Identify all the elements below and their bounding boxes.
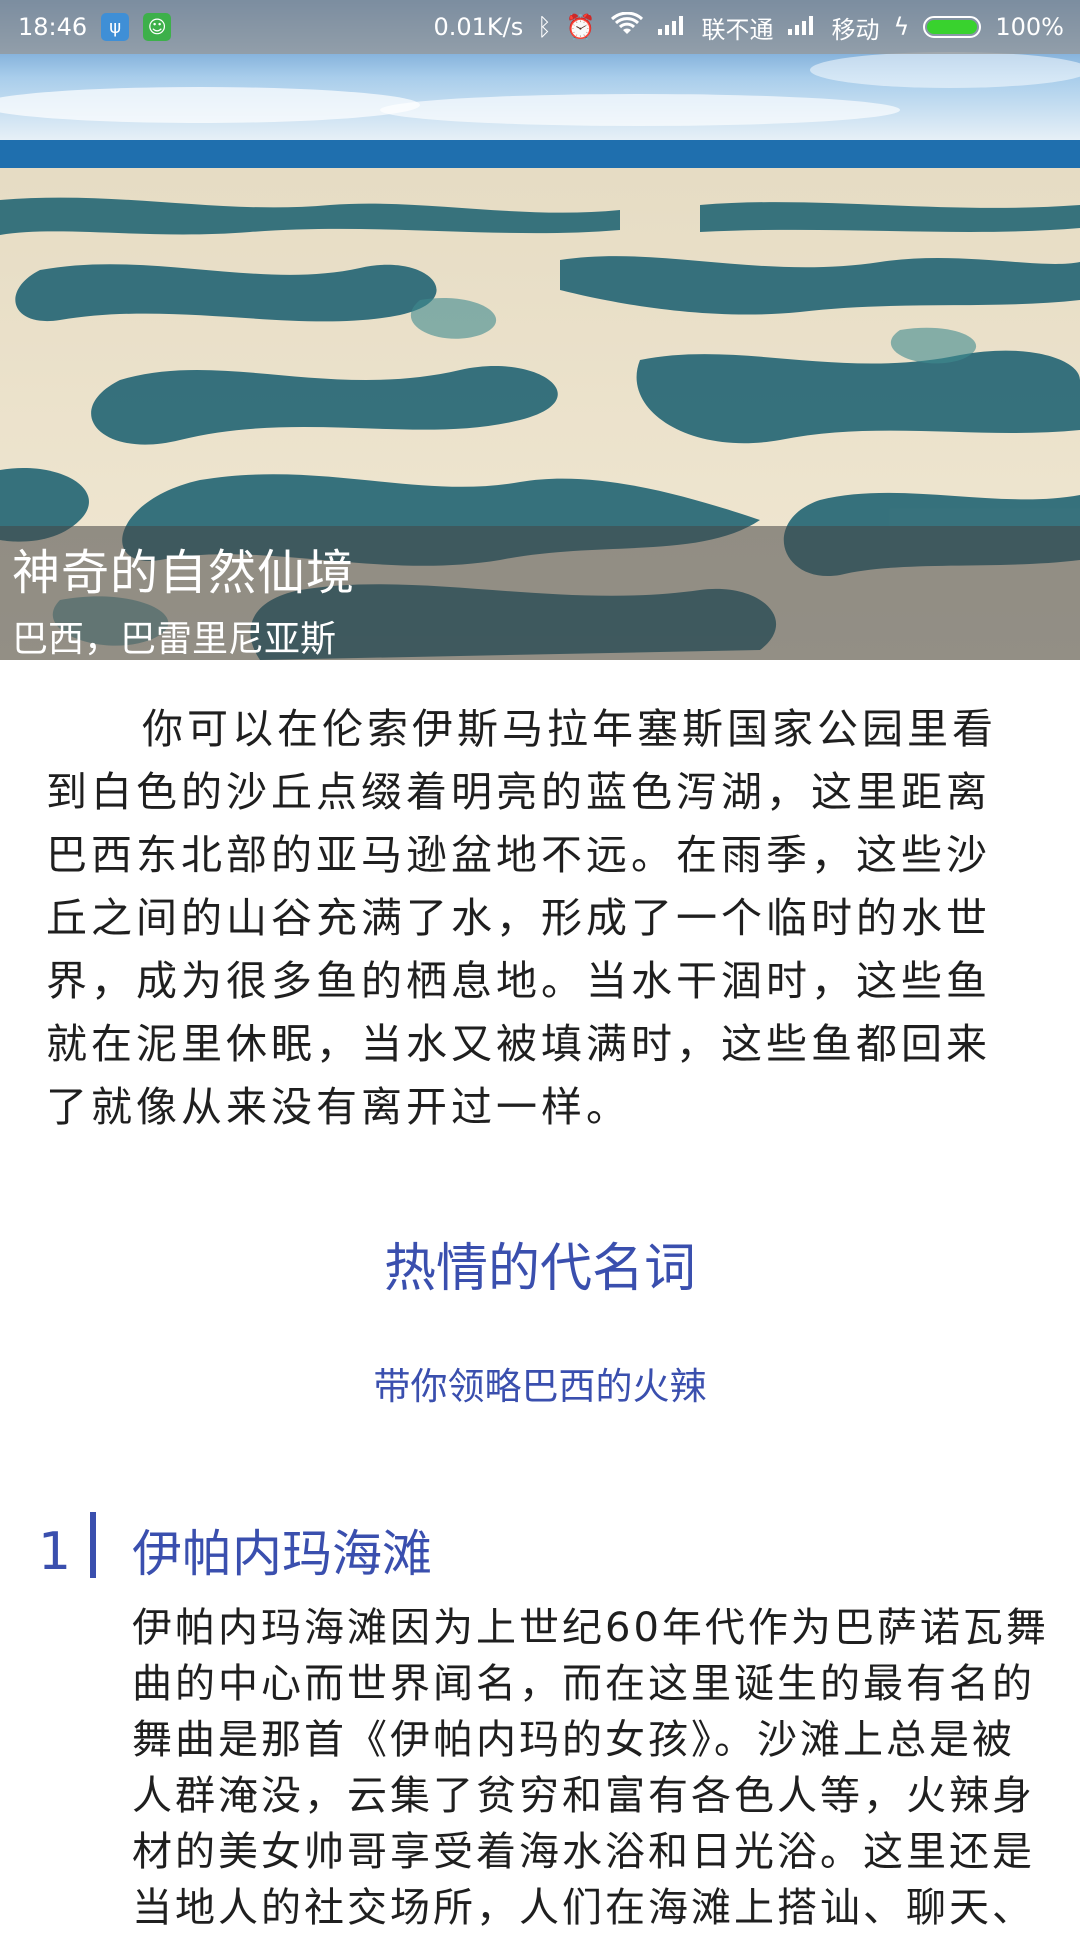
section-title: 热情的代名词 xyxy=(383,1239,696,1299)
intro-paragraph: 你可以在伦索伊斯马拉年塞斯国家公园里看到白色的沙丘点缀着明亮的蓝色泻湖，这里距离… xyxy=(46,705,997,1131)
item-divider-bar xyxy=(90,1512,96,1578)
section-subtitle: 带你领略巴西的火辣 xyxy=(373,1365,707,1408)
wifi-icon xyxy=(610,11,644,42)
item-body: 伊帕内玛海滩因为上世纪60年代作为巴萨诺瓦舞曲的中心而世界闻名，而在这里诞生的最… xyxy=(132,1605,1049,1931)
signal-icon xyxy=(657,13,688,41)
hero-title: 神奇的自然仙境 xyxy=(12,545,356,601)
hero-subtitle: 巴西，巴雷里尼亚斯 xyxy=(12,619,337,660)
status-bar: 18:46 ψ ☺ 0.01K/s ᛒ ⏰ 联不通 移动 ϟ 100% xyxy=(0,0,1080,54)
carrier-2: 移动 xyxy=(831,15,880,44)
usb-icon: ψ xyxy=(101,13,130,41)
alarm-icon: ⏰ xyxy=(565,13,596,41)
battery-percent: 100% xyxy=(995,13,1064,41)
charging-icon: ϟ xyxy=(893,13,910,41)
battery-icon xyxy=(923,16,982,38)
item-title: 伊帕内玛海滩 xyxy=(132,1525,432,1583)
carrier-1: 联不通 xyxy=(701,15,774,44)
bluetooth-icon: ᛒ xyxy=(537,13,552,41)
item-number: 1 xyxy=(38,1522,72,1582)
clock: 18:46 xyxy=(18,13,88,41)
signal-icon-2 xyxy=(787,13,818,41)
network-speed: 0.01K/s xyxy=(433,13,524,41)
android-icon: ☺ xyxy=(143,13,172,41)
